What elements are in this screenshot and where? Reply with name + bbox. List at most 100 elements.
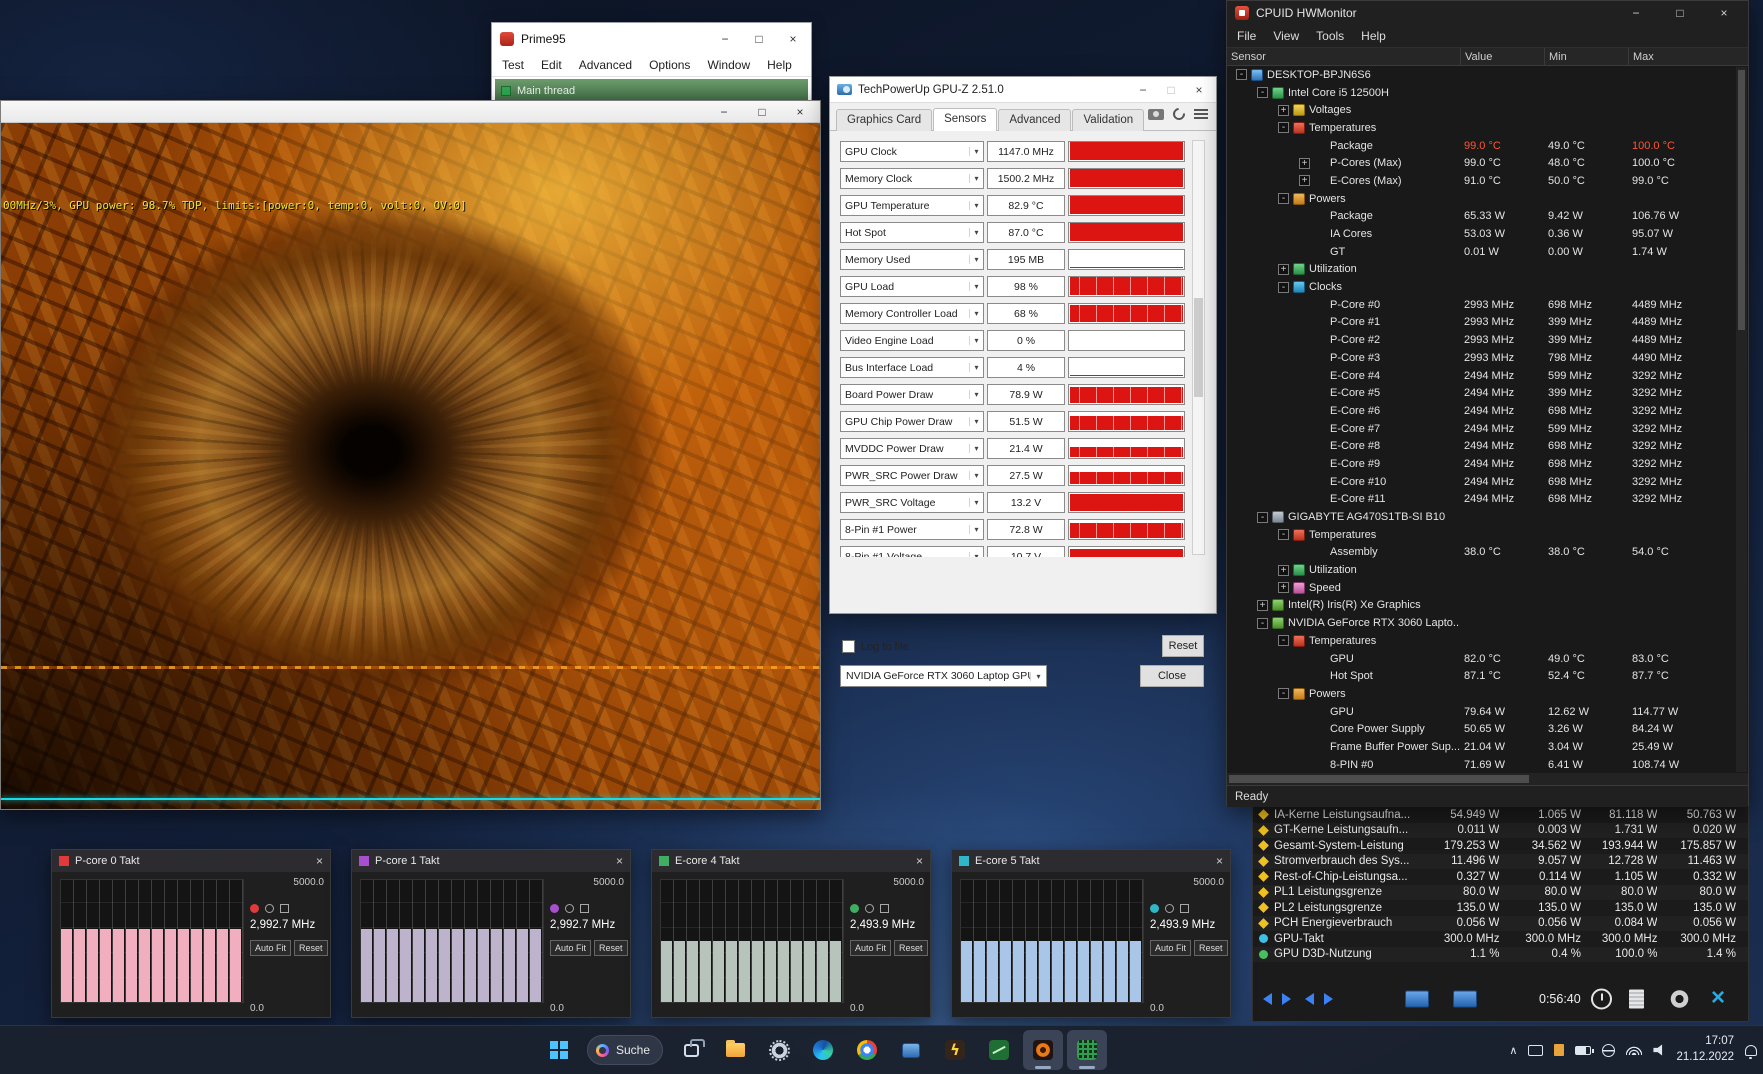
- auto-fit-button[interactable]: Auto Fit: [850, 940, 892, 956]
- gpuz-tab[interactable]: Advanced: [998, 109, 1072, 131]
- hwinfo-tray-icon[interactable]: [1554, 1044, 1565, 1056]
- menu-item[interactable]: Advanced: [579, 58, 632, 72]
- sensor-tree-row[interactable]: GPU 82.0 °C 49.0 °C 83.0 °C: [1227, 650, 1748, 668]
- menu-item[interactable]: Tools: [1316, 29, 1344, 43]
- sensor-tree-row[interactable]: P-Core #1 2993 MHz 399 MHz 4489 MHz: [1227, 314, 1748, 332]
- sensor-tree-row[interactable]: - Powers: [1227, 685, 1748, 703]
- tree-expander-icon[interactable]: -: [1257, 617, 1268, 629]
- auto-fit-button[interactable]: Auto Fit: [1150, 940, 1192, 956]
- taskbar-app[interactable]: [891, 1030, 931, 1070]
- sensor-tree-row[interactable]: - Powers: [1227, 190, 1748, 208]
- sensor-tree-row[interactable]: IA Cores 53.03 W 0.36 W 95.07 W: [1227, 225, 1748, 243]
- close-sensors-icon[interactable]: ×: [1711, 986, 1725, 1010]
- sensor-scrollbar[interactable]: [1192, 140, 1205, 555]
- sensor-tree-row[interactable]: Frame Buffer Power Sup... 21.04 W 3.04 W…: [1227, 738, 1748, 756]
- sensor-select[interactable]: GPU Temperature ▾: [840, 195, 984, 216]
- minimize-button[interactable]: −: [1133, 83, 1153, 97]
- window-titlebar[interactable]: E-core 4 Takt ×: [652, 850, 930, 872]
- close-icon[interactable]: ×: [316, 854, 323, 868]
- sensor-tree-row[interactable]: + Intel(R) Iris(R) Xe Graphics: [1227, 597, 1748, 615]
- sensor-tree-row[interactable]: 8-PIN #0 71.69 W 6.41 W 108.74 W: [1227, 756, 1748, 773]
- sensor-select[interactable]: PWR_SRC Power Draw ▾: [840, 465, 984, 486]
- column-sensor[interactable]: Sensor: [1227, 48, 1460, 65]
- hidden-icons-chevron-icon[interactable]: ∧: [1509, 1044, 1517, 1057]
- sensor-tree-row[interactable]: - Temperatures: [1227, 526, 1748, 544]
- sensor-tree-row[interactable]: + Utilization: [1227, 261, 1748, 279]
- log-to-file-checkbox[interactable]: [842, 640, 855, 653]
- menu-item[interactable]: Options: [649, 58, 690, 72]
- sensor-select[interactable]: Memory Clock ▾: [840, 168, 984, 189]
- report-document-icon[interactable]: [1629, 989, 1644, 1009]
- sensor-tree-row[interactable]: - Clocks: [1227, 278, 1748, 296]
- sensor-tree-row[interactable]: + Voltages: [1227, 101, 1748, 119]
- hwinfo-sensor-row[interactable]: Stromverbrauch des Sys... 11.496 W 9.057…: [1253, 853, 1748, 869]
- sensor-select[interactable]: Bus Interface Load ▾: [840, 357, 984, 378]
- series-indicators[interactable]: [550, 904, 624, 913]
- tree-expander-icon[interactable]: -: [1236, 69, 1247, 81]
- column-headers[interactable]: Sensor Value Min Max: [1227, 48, 1748, 66]
- window-titlebar[interactable]: TechPowerUp GPU-Z 2.51.0 − □ ×: [830, 77, 1216, 103]
- sensor-select[interactable]: PWR_SRC Voltage ▾: [840, 492, 984, 513]
- sensor-select[interactable]: GPU Chip Power Draw ▾: [840, 411, 984, 432]
- sensor-tree-row[interactable]: + E-Cores (Max) 91.0 °C 50.0 °C 99.0 °C: [1227, 172, 1748, 190]
- tree-expander-icon[interactable]: +: [1278, 263, 1289, 275]
- clock-tray[interactable]: 17:07 21.12.2022: [1676, 1034, 1734, 1065]
- hwinfo-sensor-row[interactable]: PL1 Leistungsgrenze 80.0 W 80.0 W 80.0 W…: [1253, 884, 1748, 900]
- hwinfo-sensor-row[interactable]: GPU D3D-Nutzung 1.1 % 0.4 % 100.0 % 1.4 …: [1253, 946, 1748, 962]
- hwinfo-sensor-row[interactable]: PCH Energieverbrauch 0.056 W 0.056 W 0.0…: [1253, 915, 1748, 931]
- menu-item[interactable]: Help: [767, 58, 792, 72]
- sensor-tree-row[interactable]: E-Core #8 2494 MHz 698 MHz 3292 MHz: [1227, 437, 1748, 455]
- vertical-scrollbar[interactable]: [1736, 67, 1747, 772]
- taskbar-app[interactable]: [847, 1030, 887, 1070]
- sensor-tree-row[interactable]: E-Core #5 2494 MHz 399 MHz 3292 MHz: [1227, 384, 1748, 402]
- hwinfo-sensor-row[interactable]: Gesamt-System-Leistung 179.253 W 34.562 …: [1253, 838, 1748, 854]
- close-button[interactable]: ×: [1189, 83, 1209, 97]
- tree-expander-icon[interactable]: -: [1257, 87, 1268, 99]
- tree-expander-icon[interactable]: -: [1278, 688, 1289, 700]
- sensor-tree-row[interactable]: - NVIDIA GeForce RTX 3060 Lapto...: [1227, 614, 1748, 632]
- reset-button[interactable]: Reset: [1162, 635, 1204, 657]
- sensor-select[interactable]: Memory Used ▾: [840, 249, 984, 270]
- taskbar-app[interactable]: [935, 1030, 975, 1070]
- taskbar-app[interactable]: [1023, 1030, 1064, 1070]
- sensor-select[interactable]: 8-Pin #1 Power ▾: [840, 519, 984, 540]
- settings-gear-icon[interactable]: [1669, 988, 1690, 1010]
- reset-button[interactable]: Reset: [1194, 940, 1228, 956]
- sensor-tree-row[interactable]: GPU 79.64 W 12.62 W 114.77 W: [1227, 703, 1748, 721]
- sensor-select[interactable]: Memory Controller Load ▾: [840, 303, 984, 324]
- minimize-button[interactable]: −: [714, 105, 734, 119]
- sensor-tree-row[interactable]: E-Core #11 2494 MHz 698 MHz 3292 MHz: [1227, 491, 1748, 509]
- tree-expander-icon[interactable]: -: [1278, 193, 1289, 205]
- window-titlebar[interactable]: P-core 0 Takt ×: [52, 850, 330, 872]
- maximize-button[interactable]: □: [1670, 6, 1690, 20]
- hwinfo-sensor-row[interactable]: Rest-of-Chip-Leistungsa... 0.327 W 0.114…: [1253, 869, 1748, 885]
- taskbar-app[interactable]: [759, 1030, 799, 1070]
- gpuz-tab[interactable]: Validation: [1072, 109, 1145, 131]
- tree-expander-icon[interactable]: +: [1278, 104, 1289, 116]
- close-button[interactable]: ×: [790, 105, 810, 119]
- window-titlebar[interactable]: E-core 5 Takt ×: [952, 850, 1230, 872]
- sensor-select[interactable]: MVDDC Power Draw ▾: [840, 438, 984, 459]
- close-dialog-button[interactable]: Close: [1140, 665, 1204, 687]
- navigate-end-icon[interactable]: [1305, 992, 1333, 1006]
- tree-expander-icon[interactable]: -: [1278, 635, 1289, 647]
- reset-button[interactable]: Reset: [894, 940, 928, 956]
- sensor-select[interactable]: GPU Load ▾: [840, 276, 984, 297]
- sensor-tree-row[interactable]: Core Power Supply 50.65 W 3.26 W 84.24 W: [1227, 720, 1748, 738]
- taskbar-app[interactable]: [715, 1030, 755, 1070]
- series-indicators[interactable]: [1150, 904, 1224, 913]
- menu-icon[interactable]: [1194, 109, 1208, 119]
- sensor-tree-row[interactable]: GT 0.01 W 0.00 W 1.74 W: [1227, 243, 1748, 261]
- tree-expander-icon[interactable]: +: [1299, 157, 1310, 169]
- hwinfo-sensor-row[interactable]: IA-Kerne Leistungsaufna... 54.949 W 1.06…: [1253, 807, 1748, 823]
- auto-fit-button[interactable]: Auto Fit: [250, 940, 292, 956]
- column-value[interactable]: Value: [1460, 48, 1544, 65]
- maximize-button[interactable]: □: [752, 105, 772, 119]
- sensor-tree-row[interactable]: E-Core #9 2494 MHz 698 MHz 3292 MHz: [1227, 455, 1748, 473]
- monitor-icon[interactable]: [1405, 990, 1429, 1008]
- tree-expander-icon[interactable]: -: [1278, 529, 1289, 541]
- monitor-secondary-icon[interactable]: [1453, 990, 1477, 1008]
- clock-icon[interactable]: [1591, 988, 1612, 1010]
- navigate-arrows-icon[interactable]: [1263, 992, 1291, 1006]
- sensor-tree-row[interactable]: E-Core #4 2494 MHz 599 MHz 3292 MHz: [1227, 367, 1748, 385]
